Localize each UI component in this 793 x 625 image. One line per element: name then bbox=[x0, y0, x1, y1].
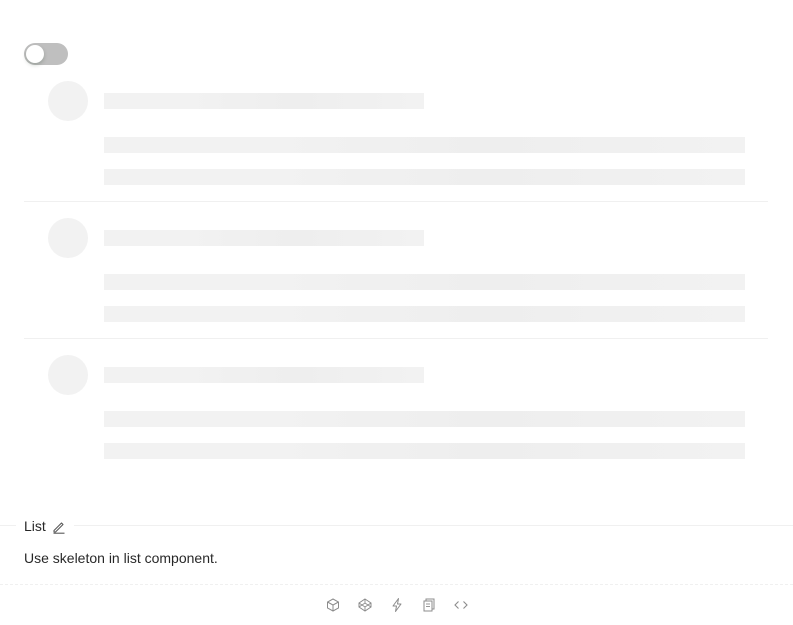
loading-switch[interactable] bbox=[24, 43, 68, 65]
skeleton-paragraph-line bbox=[104, 274, 745, 290]
codepen-icon[interactable] bbox=[357, 597, 373, 613]
skeleton-paragraph-line bbox=[104, 169, 745, 185]
codesandbox-icon[interactable] bbox=[325, 597, 341, 613]
demo-description: Use skeleton in list component. bbox=[24, 550, 218, 566]
skeleton-paragraph-line bbox=[104, 137, 745, 153]
skeleton-paragraph-line bbox=[104, 443, 745, 459]
skeleton-paragraph-line bbox=[104, 411, 745, 427]
list-item bbox=[24, 202, 768, 339]
edit-icon[interactable] bbox=[52, 519, 66, 534]
actions-divider bbox=[0, 584, 793, 585]
switch-handle bbox=[26, 45, 44, 63]
demo-preview bbox=[0, 0, 793, 525]
list-item bbox=[24, 339, 768, 475]
skeleton-avatar bbox=[48, 81, 88, 121]
skeleton-avatar bbox=[48, 218, 88, 258]
stackblitz-icon[interactable] bbox=[389, 597, 405, 613]
code-box-actions bbox=[0, 595, 793, 615]
skeleton-paragraph-line bbox=[104, 306, 745, 322]
skeleton-list bbox=[24, 65, 768, 475]
skeleton-title bbox=[104, 230, 424, 246]
skeleton-title bbox=[104, 93, 424, 109]
copy-icon[interactable] bbox=[421, 597, 437, 613]
demo-title-text: List bbox=[24, 518, 46, 534]
meta-divider bbox=[0, 525, 793, 526]
skeleton-title bbox=[104, 367, 424, 383]
list-item bbox=[24, 65, 768, 202]
expand-code-icon[interactable] bbox=[453, 597, 469, 613]
skeleton-avatar bbox=[48, 355, 88, 395]
demo-title: List bbox=[16, 516, 74, 536]
